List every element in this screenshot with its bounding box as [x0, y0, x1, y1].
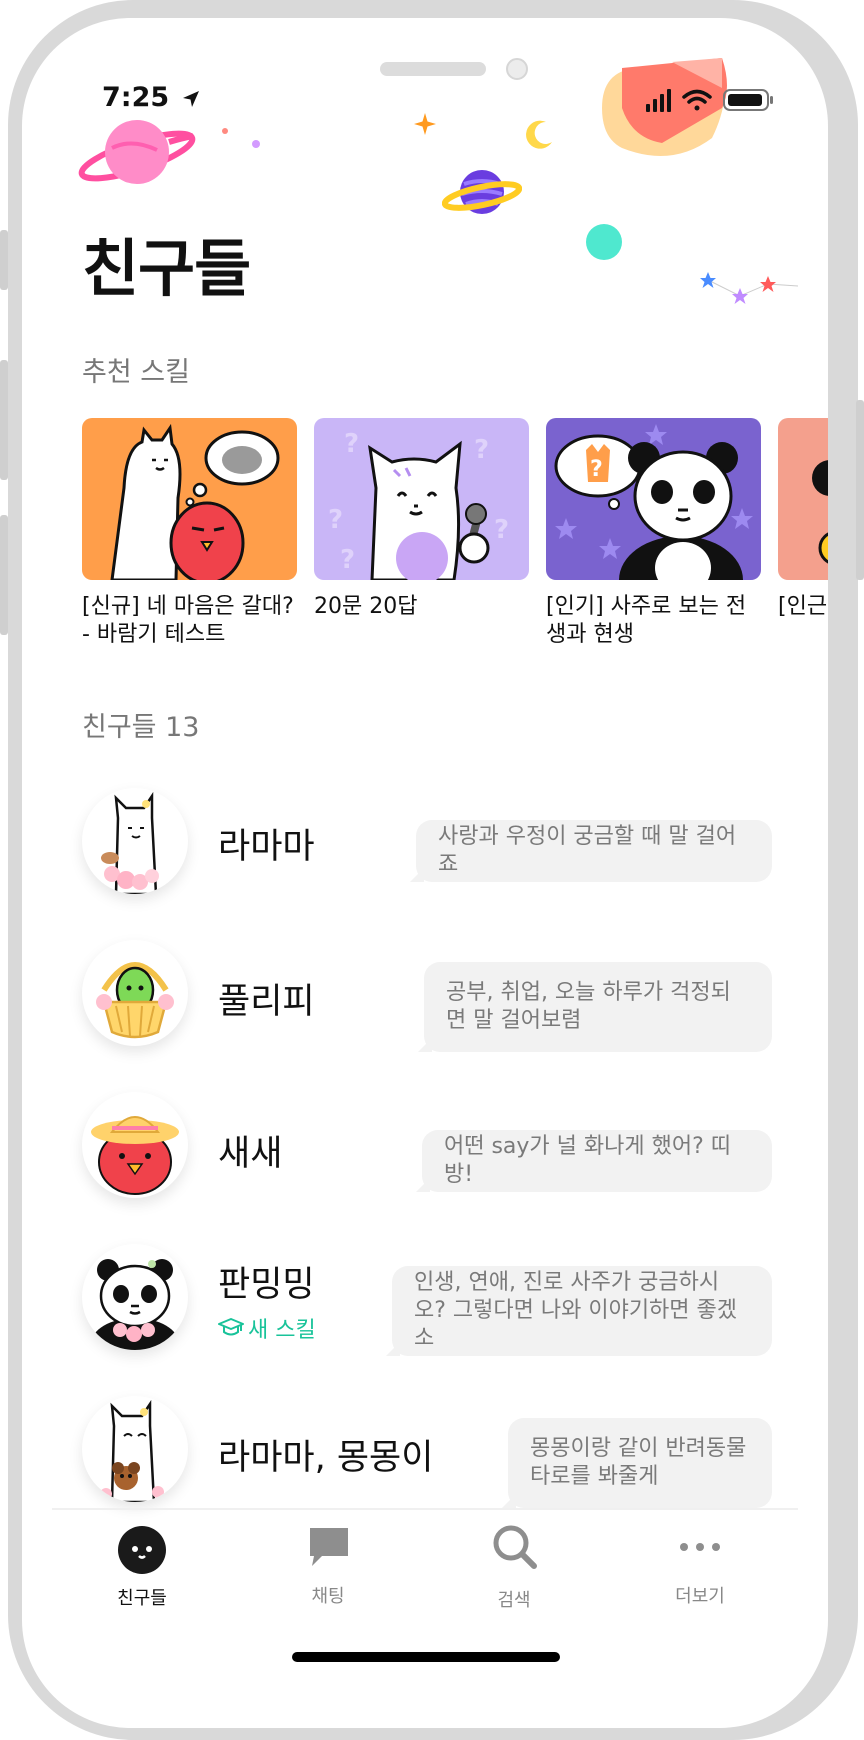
- tab-label: 친구들: [117, 1588, 167, 1609]
- page-title: 친구들: [82, 232, 251, 305]
- tab-friends[interactable]: 친구들: [52, 1510, 232, 1610]
- friends-face-icon: [118, 1526, 166, 1574]
- cat-with-microphone-illustration: ?????: [314, 418, 529, 580]
- avatar: [82, 1396, 188, 1502]
- status-icons: [646, 89, 773, 112]
- decor-dot: [252, 140, 260, 148]
- friend-name: 새새: [218, 1134, 283, 1174]
- red-bird-hat-avatar-icon: [91, 1116, 179, 1195]
- llama-with-dog-avatar-icon: [100, 1399, 164, 1502]
- avatar: [82, 788, 188, 894]
- tab-label: 채팅: [311, 1586, 345, 1607]
- llama-avatar-icon: [101, 791, 159, 894]
- more-dots-icon: [680, 1543, 720, 1551]
- friend-row[interactable]: 새새 어떤 say가 널 화나게 했어? 띠방!: [22, 1092, 828, 1222]
- search-icon: [493, 1525, 537, 1569]
- constellation-icon: [700, 272, 799, 304]
- skill-card-image[interactable]: ?: [546, 418, 761, 580]
- tab-more[interactable]: 더보기: [610, 1510, 790, 1610]
- svg-text:?: ?: [494, 515, 509, 545]
- power-button: [856, 400, 864, 580]
- skill-card-title[interactable]: [신규] 네 마음은 갈대? - 바람기 테스트: [82, 593, 297, 649]
- avatar: [82, 1244, 188, 1350]
- friend-row[interactable]: 라마마, 몽몽이 몽몽이랑 같이 반려동물 타로를 봐줄게: [22, 1396, 828, 1526]
- tab-chat[interactable]: 채팅: [238, 1510, 418, 1610]
- decor-dot: [222, 128, 228, 134]
- friend-message-bubble[interactable]: 사랑과 우정이 궁금할 때 말 걸어죠: [416, 820, 772, 882]
- skill-card-title[interactable]: [인기] 사주로 보는 전생과 현생: [546, 593, 761, 649]
- sparkle-icon: [414, 113, 436, 135]
- friend-name: 풀리피: [218, 982, 315, 1022]
- skills-section-label: 추천 스킬: [82, 357, 190, 388]
- friend-message-bubble[interactable]: 몽몽이랑 같이 반려동물 타로를 봐줄게: [508, 1418, 772, 1508]
- volume-up-button: [0, 360, 8, 480]
- friend-name: 라마마: [218, 827, 315, 867]
- tab-label: 더보기: [675, 1586, 725, 1607]
- teal-planet-icon: [586, 224, 622, 260]
- new-skill-badge: 새 스킬: [218, 1312, 316, 1344]
- friend-message-bubble[interactable]: 공부, 취업, 오늘 하루가 걱정되면 말 걸어보렴: [424, 962, 772, 1052]
- screen: 7:25 친구들 추천 스킬 [신규] 네 마음은 갈대? - 바람기 테스트 …: [22, 18, 828, 1728]
- panda-fortune-illustration: ?: [546, 418, 761, 580]
- partial-card-illustration: [778, 418, 828, 580]
- front-camera: [506, 58, 528, 80]
- panda-avatar-icon: [91, 1259, 179, 1350]
- svg-text:?: ?: [474, 435, 489, 465]
- avatar: [82, 1092, 188, 1198]
- friend-name: 판밍밍: [218, 1265, 315, 1305]
- friend-message-bubble[interactable]: 인생, 연애, 진로 사주가 궁금하시오? 그렇다면 나와 이야기하면 좋겠소: [392, 1266, 772, 1356]
- cellular-signal-icon: [646, 89, 671, 112]
- new-skill-label: 새 스킬: [248, 1318, 316, 1343]
- tab-search[interactable]: 검색: [424, 1510, 604, 1611]
- location-arrow-icon: [182, 90, 199, 107]
- wifi-icon: [682, 89, 712, 111]
- basket-sprout-avatar-icon: [96, 962, 174, 1039]
- svg-text:?: ?: [340, 545, 355, 575]
- friend-row[interactable]: 풀리피 공부, 취업, 오늘 하루가 걱정되면 말 걸어보렴: [22, 940, 828, 1070]
- moon-icon: [526, 120, 552, 149]
- svg-text:?: ?: [344, 429, 359, 459]
- svg-text:?: ?: [328, 505, 343, 535]
- home-indicator[interactable]: [292, 1652, 560, 1662]
- skill-card-image[interactable]: [82, 418, 297, 580]
- friend-row[interactable]: 판밍밍 새 스킬 인생, 연애, 진로 사주가 궁금하시오? 그렇다면 나와 이…: [22, 1244, 828, 1374]
- purple-planet-icon: [442, 170, 522, 214]
- skill-card-image[interactable]: ?????: [314, 418, 529, 580]
- battery-icon: [723, 89, 773, 111]
- chat-bubble-icon: [310, 1528, 348, 1566]
- mute-switch: [0, 230, 8, 290]
- skill-card-image[interactable]: [778, 418, 828, 580]
- friend-message-bubble[interactable]: 어떤 say가 널 화나게 했어? 띠방!: [422, 1130, 772, 1192]
- skill-card-title[interactable]: 20문 20답: [314, 593, 529, 621]
- avatar: [82, 940, 188, 1046]
- skill-card-title[interactable]: [인근: [778, 593, 828, 621]
- status-time: 7:25: [102, 82, 201, 113]
- pink-planet-icon: [78, 120, 196, 184]
- graduation-cap-icon: [218, 1318, 244, 1336]
- svg-text:?: ?: [590, 457, 603, 482]
- friends-section-label: 친구들 13: [82, 712, 200, 743]
- tab-bar: 친구들 채팅 검색 더보기: [52, 1508, 798, 1630]
- llama-and-bird-illustration: [82, 418, 297, 580]
- speaker-grille: [380, 62, 486, 76]
- friend-row[interactable]: 라마마 사랑과 우정이 궁금할 때 말 걸어죠: [22, 788, 828, 918]
- friend-name: 라마마, 몽몽이: [218, 1438, 434, 1478]
- volume-down-button: [0, 515, 8, 635]
- tab-label: 검색: [497, 1590, 531, 1611]
